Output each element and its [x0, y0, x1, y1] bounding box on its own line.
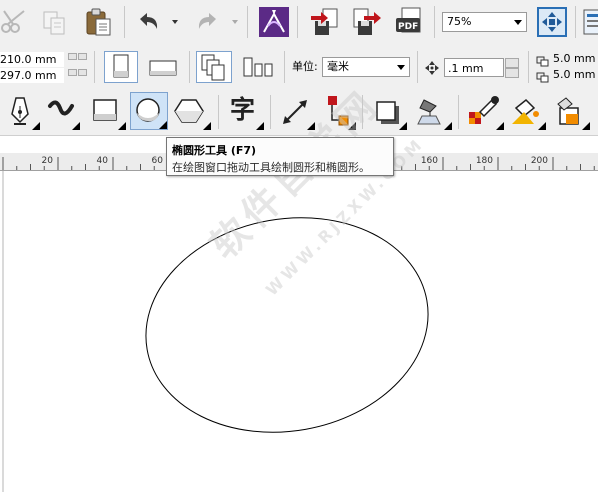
- toolbar-separator: [528, 51, 529, 83]
- paste-icon[interactable]: [84, 7, 114, 37]
- chevron-down-icon: [397, 65, 405, 70]
- toolbar-separator: [218, 95, 219, 129]
- drawing-canvas[interactable]: [0, 171, 598, 492]
- toolbar-separator: [297, 6, 298, 38]
- full-screen-icon[interactable]: [537, 7, 567, 37]
- import-icon[interactable]: [309, 6, 341, 38]
- app-launcher-icon[interactable]: [258, 6, 290, 38]
- undo-icon[interactable]: [134, 8, 162, 36]
- toolbar-separator: [94, 51, 95, 83]
- ellipse-tool-icon: [136, 98, 167, 129]
- page-height-spin-down[interactable]: [68, 69, 77, 76]
- ruler-label: 20: [42, 156, 54, 166]
- nudge-distance-icon: [425, 60, 439, 75]
- page-width-spin-up[interactable]: [78, 53, 87, 60]
- artistic-media-icon[interactable]: [46, 94, 80, 130]
- nudge-distance-field[interactable]: .1 mm: [444, 58, 504, 77]
- canvas-drawing: [2, 171, 445, 492]
- page-height-spin-up[interactable]: [78, 69, 87, 76]
- redo-icon[interactable]: [194, 8, 222, 36]
- toolbar-separator: [270, 95, 271, 129]
- interactive-fill-icon[interactable]: [508, 94, 546, 130]
- current-page-button[interactable]: [240, 53, 276, 81]
- ruler-label: 160: [421, 156, 438, 166]
- duplicate-x-icon: [536, 53, 550, 67]
- undo-dropdown-arrow[interactable]: [172, 20, 178, 24]
- ruler-label: 180: [476, 156, 493, 166]
- duplicate-y-value[interactable]: 5.0 mm: [553, 68, 595, 82]
- portrait-orientation-button[interactable]: [104, 51, 138, 83]
- ellipse-tool-tooltip: 椭圆形工具 (F7) 在绘图窗口拖动工具绘制圆形和椭圆形。: [166, 137, 394, 176]
- page-height-value: 297.0 mm: [0, 69, 57, 82]
- property-bar: 210.0 mm 297.0 mm 单位: 毫米 .1 mm 5.0 mm 5.…: [0, 45, 598, 90]
- canvas-edge-marker: [578, 342, 586, 356]
- zoom-level-value: 75%: [447, 15, 472, 28]
- options-icon[interactable]: [583, 8, 598, 36]
- toolbar-separator: [247, 6, 248, 38]
- toolbar-separator: [124, 6, 125, 38]
- zoom-level-dropdown[interactable]: 75%: [442, 12, 527, 32]
- page-width-value: 210.0 mm: [0, 53, 57, 66]
- landscape-orientation-button[interactable]: [145, 53, 181, 81]
- tooltip-title: 椭圆形工具 (F7): [172, 144, 257, 157]
- toolbar-separator: [417, 51, 418, 83]
- pdf-badge-label: PDF: [398, 22, 419, 32]
- toolbar-separator: [434, 6, 435, 38]
- drawn-ellipse[interactable]: [129, 196, 445, 454]
- cut-icon[interactable]: [0, 7, 30, 37]
- toolbar-separator: [458, 95, 459, 129]
- redo-dropdown-arrow[interactable]: [232, 20, 238, 24]
- units-value: 毫米: [327, 60, 349, 73]
- tooltip-description: 在绘图窗口拖动工具绘制圆形和椭圆形。: [172, 161, 370, 174]
- duplicate-y-icon: [536, 69, 550, 83]
- copy-icon[interactable]: [41, 9, 69, 37]
- toolbar-separator: [575, 6, 576, 38]
- color-eyedropper-icon[interactable]: [466, 94, 504, 130]
- transparency-tool-icon[interactable]: [414, 94, 452, 130]
- standard-toolbar: PDF 75%: [0, 0, 598, 46]
- text-tool-icon[interactable]: 字: [226, 94, 264, 130]
- rectangle-tool-icon[interactable]: [90, 94, 126, 130]
- ruler-label: 60: [152, 156, 164, 166]
- nudge-distance-value: .1 mm: [448, 62, 484, 75]
- smart-fill-icon[interactable]: [552, 94, 590, 130]
- export-icon[interactable]: [350, 6, 382, 38]
- nudge-spin-down[interactable]: [505, 68, 519, 78]
- freehand-tool-icon[interactable]: [6, 94, 40, 130]
- ruler-label: 40: [97, 156, 109, 166]
- nudge-spin-up[interactable]: [505, 58, 519, 68]
- page-width-spin-down[interactable]: [68, 53, 77, 60]
- toolbar-separator: [284, 51, 285, 83]
- all-pages-button[interactable]: [196, 51, 232, 83]
- page-width-field[interactable]: 210.0 mm: [0, 52, 64, 67]
- polygon-tool-icon[interactable]: [173, 94, 211, 130]
- ellipse-tool-button[interactable]: [130, 92, 168, 130]
- chevron-down-icon: [514, 20, 522, 25]
- units-label: 单位:: [292, 60, 318, 73]
- duplicate-x-value[interactable]: 5.0 mm: [553, 52, 595, 66]
- units-dropdown[interactable]: 毫米: [322, 57, 410, 77]
- ruler-label: 200: [531, 156, 548, 166]
- toolbar-separator: [189, 51, 190, 83]
- page-height-field[interactable]: 297.0 mm: [0, 68, 64, 83]
